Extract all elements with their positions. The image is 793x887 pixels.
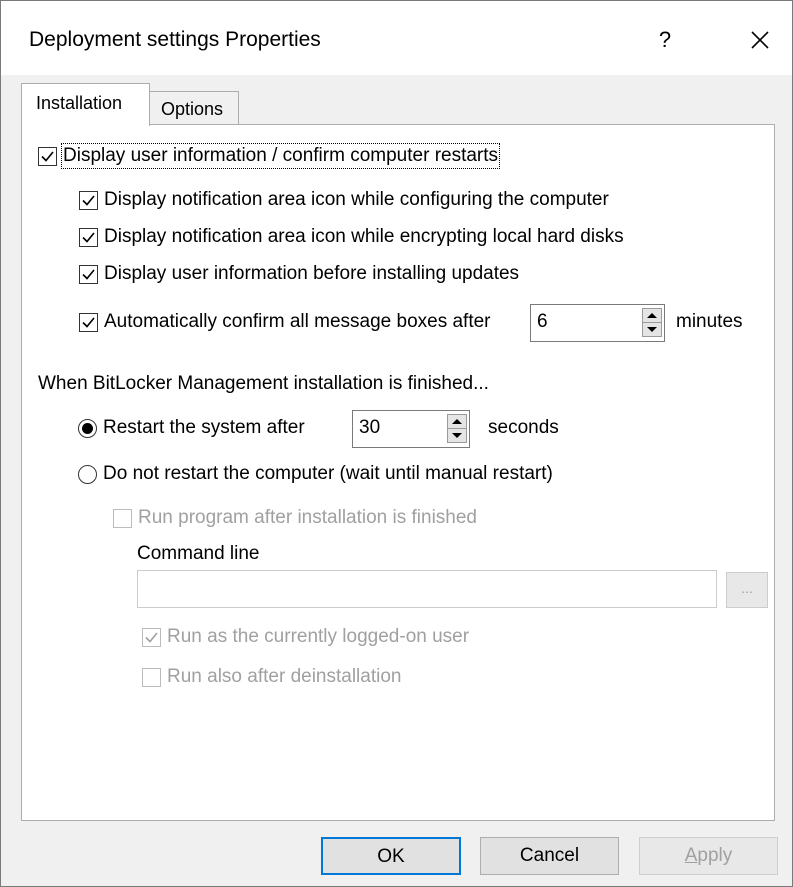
no-restart-radio[interactable]: Do not restart the computer (wait until … (78, 462, 553, 486)
notify-encrypt-label: Display notification area icon while enc… (104, 226, 624, 247)
tab-installation-label: Installation (36, 93, 123, 113)
arrow-down-icon (452, 433, 462, 438)
cancel-button[interactable]: Cancel (480, 837, 619, 875)
spin-up-button[interactable] (447, 414, 467, 429)
check-icon (82, 231, 95, 243)
seconds-unit: seconds (488, 416, 559, 440)
spin-down-button[interactable] (447, 428, 467, 443)
restart-after-radio[interactable]: Restart the system after (78, 416, 305, 440)
close-icon (751, 31, 769, 49)
checkbox-box (142, 627, 161, 647)
checkbox-box (38, 146, 57, 166)
apply-button[interactable]: Apply (639, 837, 778, 875)
spin-down-button[interactable] (642, 322, 662, 337)
checkbox-box (79, 264, 98, 284)
run-after-uninstall-checkbox[interactable]: Run also after deinstallation (142, 665, 401, 689)
browse-button[interactable]: ... (726, 572, 768, 608)
minutes-unit-label: minutes (676, 311, 743, 332)
notify-encrypt-checkbox[interactable]: Display notification area icon while enc… (79, 225, 624, 249)
auto-confirm-checkbox[interactable]: Automatically confirm all message boxes … (79, 310, 491, 334)
finish-heading: When BitLocker Management installation i… (38, 372, 489, 396)
user-info-updates-checkbox[interactable]: Display user information before installi… (79, 262, 519, 286)
restart-after-label: Restart the system after (103, 417, 305, 438)
radio-circle (78, 464, 97, 484)
apply-mnemonic: A (684, 845, 698, 866)
notify-config-label: Display notification area icon while con… (104, 189, 609, 210)
installation-panel: Display user information / confirm compu… (21, 124, 775, 821)
run-after-uninstall-label: Run also after deinstallation (167, 666, 402, 687)
cancel-label: Cancel (519, 845, 580, 866)
arrow-up-icon (452, 419, 462, 424)
run-as-user-checkbox[interactable]: Run as the currently logged-on user (142, 625, 469, 649)
command-line-heading: Command line (137, 542, 260, 566)
check-icon (82, 194, 95, 206)
tab-installation[interactable]: Installation (21, 83, 150, 126)
no-restart-label: Do not restart the computer (wait until … (103, 463, 553, 484)
tab-options[interactable]: Options (148, 91, 239, 126)
ok-button[interactable]: OK (321, 837, 461, 875)
radio-dot (82, 422, 93, 434)
seconds-value: 30 (359, 417, 381, 438)
display-user-info-label: Display user information / confirm compu… (60, 143, 501, 169)
check-icon (41, 150, 54, 162)
browse-button-label: ... (741, 580, 753, 596)
command-line-input[interactable] (137, 570, 717, 608)
checkbox-box (142, 667, 161, 687)
help-icon: ? (658, 27, 672, 52)
display-user-info-checkbox[interactable]: Display user information / confirm compu… (38, 143, 501, 169)
spinner-arrows (447, 414, 467, 443)
seconds-unit-label: seconds (488, 417, 559, 438)
checkbox-box (79, 227, 98, 247)
close-button[interactable] (743, 23, 777, 57)
radio-circle (78, 418, 97, 438)
checkbox-box (113, 508, 132, 528)
run-program-checkbox[interactable]: Run program after installation is finish… (113, 506, 477, 530)
tab-options-label: Options (161, 99, 224, 119)
arrow-up-icon (647, 313, 657, 318)
title-bar: Deployment settings Properties ? (1, 1, 792, 75)
dialog-title: Deployment settings Properties (29, 28, 321, 51)
apply-label: pply (697, 845, 733, 866)
spinner-arrows (642, 308, 662, 337)
spin-up-button[interactable] (642, 308, 662, 323)
command-line-label: Command line (137, 543, 260, 564)
check-icon (145, 631, 158, 643)
minutes-spinner[interactable]: 6 (530, 304, 665, 342)
minutes-value: 6 (537, 311, 548, 332)
notify-config-checkbox[interactable]: Display notification area icon while con… (79, 188, 609, 212)
user-info-updates-label: Display user information before installi… (104, 263, 520, 284)
minutes-unit: minutes (676, 310, 743, 334)
arrow-down-icon (647, 327, 657, 332)
checkbox-box (79, 312, 98, 332)
properties-dialog: Deployment settings Properties ? Install… (0, 0, 793, 887)
ok-label: OK (377, 846, 405, 867)
run-program-label: Run program after installation is finish… (138, 507, 478, 528)
check-icon (82, 268, 95, 280)
run-as-user-label: Run as the currently logged-on user (167, 626, 470, 647)
checkbox-box (79, 190, 98, 210)
check-icon (82, 316, 95, 328)
seconds-spinner[interactable]: 30 (352, 410, 470, 448)
finish-heading-text: When BitLocker Management installation i… (38, 373, 489, 394)
help-button[interactable]: ? (647, 23, 683, 57)
auto-confirm-label: Automatically confirm all message boxes … (104, 311, 491, 332)
